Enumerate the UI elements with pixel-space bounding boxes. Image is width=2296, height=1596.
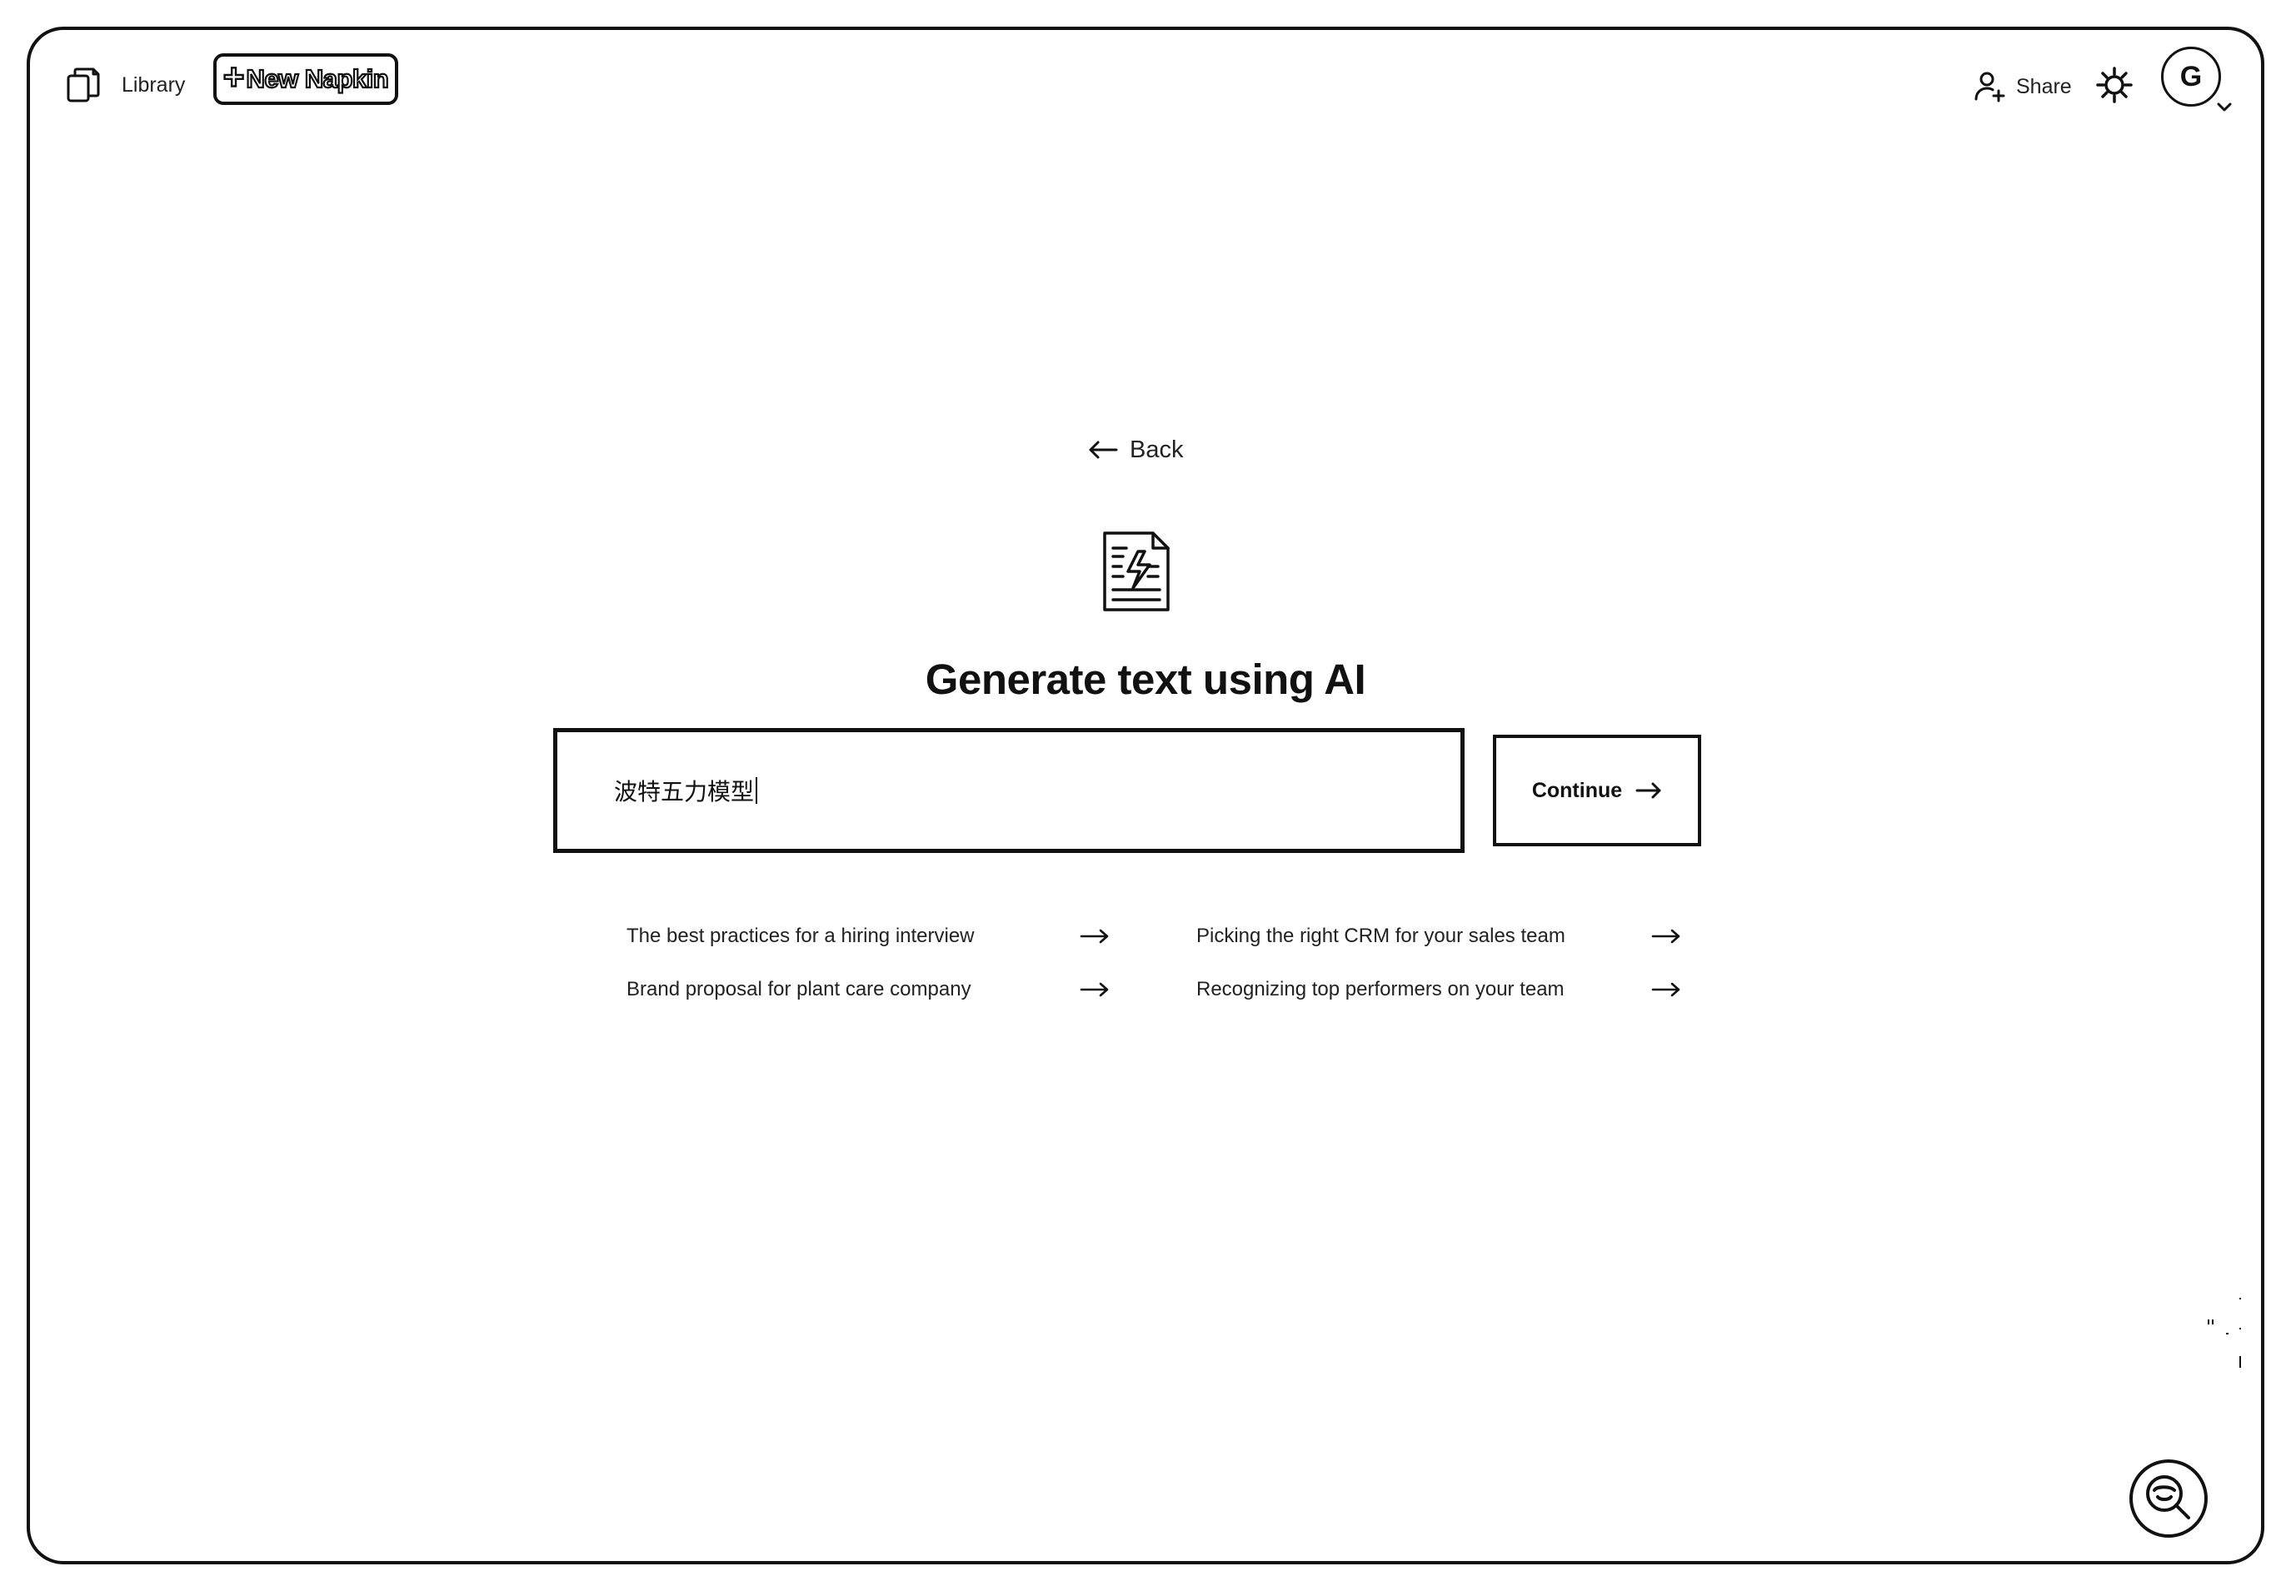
document-lightning-icon (1103, 531, 1170, 611)
suggestion-label: Picking the right CRM for your sales tea… (1196, 925, 1565, 947)
help-search-button[interactable] (2129, 1459, 2208, 1538)
arrow-right-icon (1080, 982, 1109, 997)
library-button[interactable]: Library (65, 60, 185, 110)
suggestion-label: Brand proposal for plant care company (626, 978, 971, 1000)
account-menu[interactable]: G (2161, 47, 2241, 127)
top-bar: Library + New Napkin Share G (30, 30, 2261, 155)
text-caret (756, 777, 758, 804)
search-help-icon (2146, 1475, 2190, 1519)
page-title: Generate text using AI (925, 656, 1366, 703)
library-label: Library (122, 72, 186, 97)
plus-icon: + (222, 57, 246, 97)
avatar: G (2161, 47, 2221, 107)
share-button[interactable]: Share (1973, 63, 2072, 110)
arrow-right-icon (1651, 929, 1680, 944)
library-icon (67, 67, 100, 102)
back-button[interactable]: Back (1088, 431, 1183, 468)
artifact-specks (2208, 1298, 2241, 1368)
continue-label: Continue (1531, 778, 1623, 802)
suggestion-label: The best practices for a hiring intervie… (626, 925, 975, 947)
settings-button[interactable] (2088, 58, 2141, 112)
arrow-right-icon (1635, 782, 1661, 799)
suggestion-label: Recognizing top performers on your team (1196, 978, 1565, 1000)
arrow-left-icon (1089, 441, 1118, 459)
topic-input[interactable]: 波特五力模型 (553, 728, 1465, 853)
new-napkin-label: New Napkin (245, 63, 389, 94)
back-label: Back (1130, 436, 1184, 463)
suggestion-top-performers[interactable]: Recognizing top performers on your team (1196, 971, 1681, 1008)
share-label: Share (2016, 74, 2072, 98)
add-user-icon (1974, 72, 2005, 102)
app-window: Library + New Napkin Share G Back Genera… (27, 27, 2264, 1564)
arrow-right-icon (1651, 982, 1680, 997)
arrow-right-icon (1080, 929, 1109, 944)
suggestion-hiring-interview[interactable]: The best practices for a hiring intervie… (626, 918, 1110, 955)
continue-button[interactable]: Continue (1493, 735, 1701, 846)
topic-input-value: 波特五力模型 (614, 778, 755, 805)
chevron-down-icon (2217, 102, 2232, 112)
new-napkin-button[interactable]: + New Napkin (213, 53, 398, 105)
suggestion-brand-proposal[interactable]: Brand proposal for plant care company (626, 971, 1110, 1008)
suggestion-crm[interactable]: Picking the right CRM for your sales tea… (1196, 918, 1681, 955)
gear-icon (2096, 67, 2133, 103)
